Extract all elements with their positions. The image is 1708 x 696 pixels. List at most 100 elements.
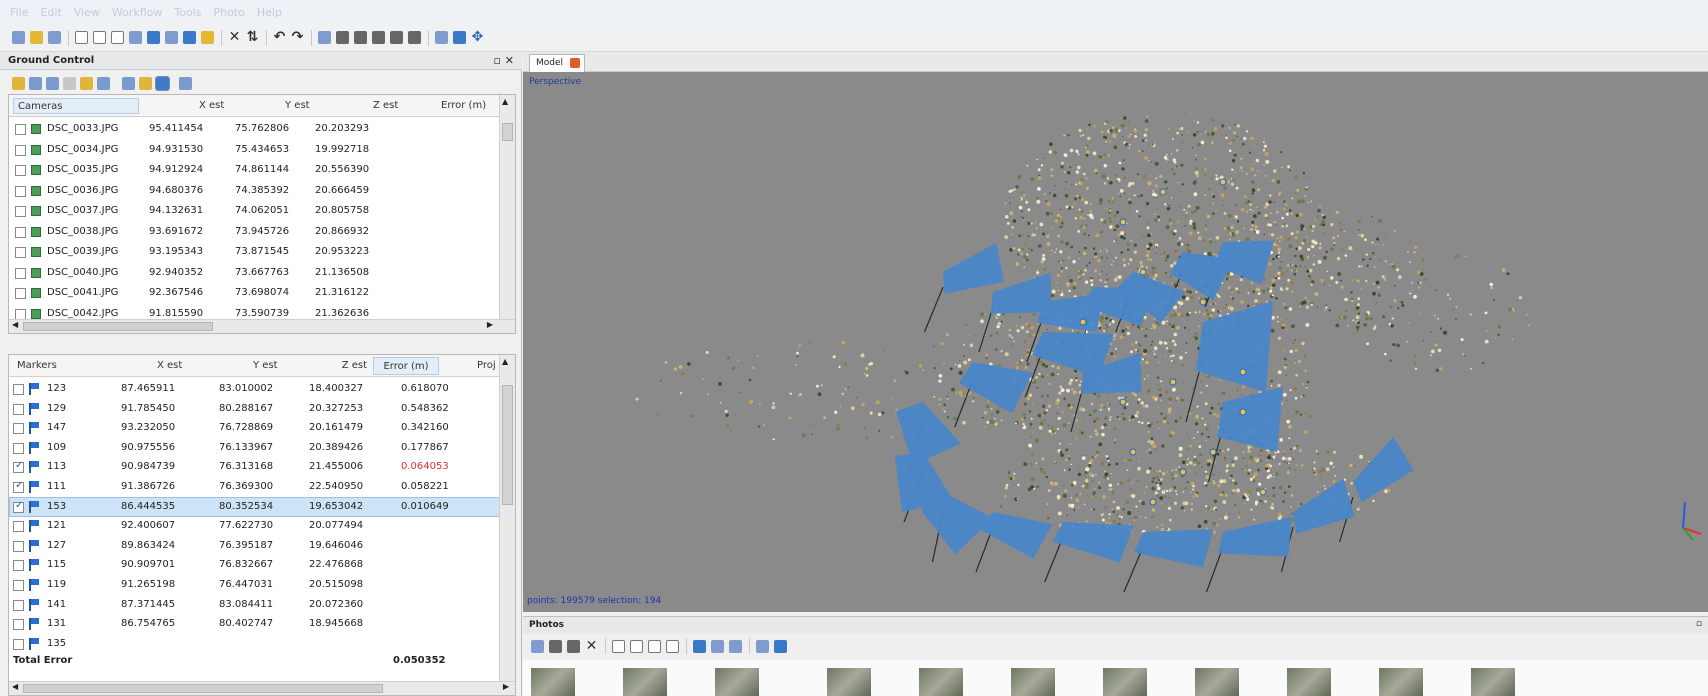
header-x-est[interactable]: X est [199,100,224,111]
cameras-vertical-scrollbar[interactable]: ▲ [499,95,515,333]
tab-model[interactable]: Model [529,54,585,72]
view-estimated-icon[interactable] [139,76,152,90]
reset-icon[interactable] [63,76,76,90]
marker-row[interactable]: 121 92.400607 77.622730 20.077494 [9,516,515,536]
marker-point[interactable] [1119,218,1127,226]
marker-checkbox[interactable] [13,403,24,415]
marker-checkbox[interactable] [13,521,24,533]
marker-row[interactable]: 109 90.975556 76.133967 20.389426 0.177867 [9,438,515,458]
photo-thumbnail[interactable] [1287,668,1331,696]
photos-float-icon[interactable]: ▫ [1696,619,1702,629]
marker-row[interactable]: 127 89.863424 76.395187 19.646046 [9,536,515,556]
menu-help[interactable]: Help [257,6,282,19]
undo-icon[interactable]: ↶ [273,30,286,44]
camera-checkbox[interactable] [15,288,26,299]
camera-row[interactable]: DSC_0041.JPG 92.367546 73.698074 21.316122 [9,283,515,303]
camera-row[interactable]: DSC_0039.JPG 93.195343 73.871545 20.953223 [9,242,515,262]
marker-row[interactable]: 115 90.909701 76.832667 22.476868 [9,555,515,575]
cameras-vscroll-thumb[interactable] [502,123,513,141]
marker-checkbox[interactable] [13,442,24,454]
marker-row[interactable]: 15386.44453580.35253419.6530420.010649 [9,497,515,517]
rotate-left-icon[interactable] [612,639,625,653]
camera-checkbox[interactable] [15,165,26,176]
photo-thumbnail[interactable] [531,668,575,696]
crop-selection-icon[interactable]: ⇅ [246,30,259,44]
camera-checkbox[interactable] [15,267,26,279]
photo-thumbnail[interactable] [919,668,963,696]
photo-thumbnail[interactable] [715,668,759,696]
photo-thumbnail[interactable] [1011,668,1055,696]
marker-point[interactable] [1149,498,1157,506]
rectangle-select-icon[interactable] [93,31,106,44]
header-error[interactable]: Error (m) [441,100,486,111]
show-cameras-icon[interactable] [435,31,448,44]
ruler-icon[interactable] [201,31,214,44]
show-markers-icon[interactable] [453,31,466,44]
marker-point[interactable] [1209,448,1217,456]
scroll-right-arrow-icon[interactable]: ▶ [503,682,509,691]
camera-row[interactable]: DSC_0040.JPG 92.940352 73.667763 21.136508 [9,263,515,283]
marker-checkbox[interactable] [13,384,24,395]
camera-checkbox[interactable] [15,144,26,156]
new-project-icon[interactable] [12,31,25,44]
marker-flag-icon[interactable] [183,31,196,44]
camera-checkbox[interactable] [15,206,26,217]
dense-cloud-icon[interactable] [354,31,367,44]
marker-checkbox[interactable] [13,460,24,474]
marker-row[interactable]: 119 91.265198 76.447031 20.515098 [9,575,515,595]
menu-file[interactable]: File [10,6,28,19]
rotate-right-icon[interactable] [630,639,643,653]
zoom-in-icon[interactable] [648,639,661,653]
resize-region-icon[interactable] [165,31,178,44]
photo-thumbnail[interactable] [827,668,871,696]
photo-thumbnail[interactable] [623,668,667,696]
header-error-sorted[interactable]: Error (m) [373,357,439,375]
camera-row[interactable]: DSC_0037.JPG 94.132631 74.062051 20.805758 [9,201,515,221]
marker-point[interactable] [1079,318,1087,326]
header-y-est[interactable]: Y est [285,100,310,111]
marker-checkbox[interactable] [13,619,24,631]
photo-thumbnail[interactable] [1471,668,1515,696]
marker-filter-icon[interactable] [774,639,787,653]
scroll-right-arrow-icon[interactable]: ▶ [487,320,493,329]
marker-checkbox[interactable] [13,638,24,650]
solid-model-icon[interactable] [390,31,403,44]
point-cloud-icon[interactable] [336,31,349,44]
photo-thumbnail[interactable] [1195,668,1239,696]
optimize-icon[interactable] [97,76,110,90]
photo-thumbnail[interactable] [1379,668,1423,696]
header-y-est[interactable]: Y est [253,360,278,371]
photo-thumbnail[interactable] [1103,668,1147,696]
delete-selection-icon[interactable]: ✕ [228,30,241,44]
zoom-out-icon[interactable] [666,639,679,653]
free-select-icon[interactable] [129,31,142,44]
menu-workflow[interactable]: Workflow [112,6,163,19]
marker-checkbox[interactable] [13,480,24,493]
marker-checkbox[interactable] [13,560,24,572]
marker-row[interactable]: 129 91.785450 80.288167 20.327253 0.548362 [9,399,515,419]
view-details-icon[interactable] [711,639,724,653]
grid-view-icon[interactable] [318,31,331,44]
marker-row[interactable]: 141 87.371445 83.084411 20.072360 [9,595,515,615]
header-z-est[interactable]: Z est [373,100,398,111]
camera-row[interactable]: DSC_0035.JPG 94.912924 74.861144 20.556390 [9,160,515,180]
marker-checkbox[interactable] [13,599,24,611]
close-tab-icon[interactable] [570,58,580,68]
header-cameras[interactable]: Cameras [13,98,139,114]
view-errors-icon[interactable] [155,75,170,91]
delete-photos-icon[interactable]: ✕ [585,639,598,653]
markers-horizontal-scrollbar[interactable]: ◀ ▶ [9,681,515,695]
marker-checkbox[interactable] [13,423,24,435]
header-projections[interactable]: Proj [477,360,496,371]
edit-pencil-icon[interactable] [80,76,93,90]
camera-checkbox[interactable] [15,308,26,320]
filter-icon[interactable] [756,639,769,653]
export-icon[interactable] [29,76,42,90]
camera-checkbox[interactable] [15,226,26,238]
navigation-icon[interactable] [75,31,88,44]
import-icon[interactable] [12,76,25,90]
camera-row[interactable]: DSC_0036.JPG 94.680376 74.385392 20.666459 [9,181,515,201]
panel-float-close-icon[interactable]: ▫ ✕ [493,54,514,67]
reset-view-icon[interactable]: ✥ [471,30,484,44]
marker-checkbox[interactable] [13,580,24,591]
